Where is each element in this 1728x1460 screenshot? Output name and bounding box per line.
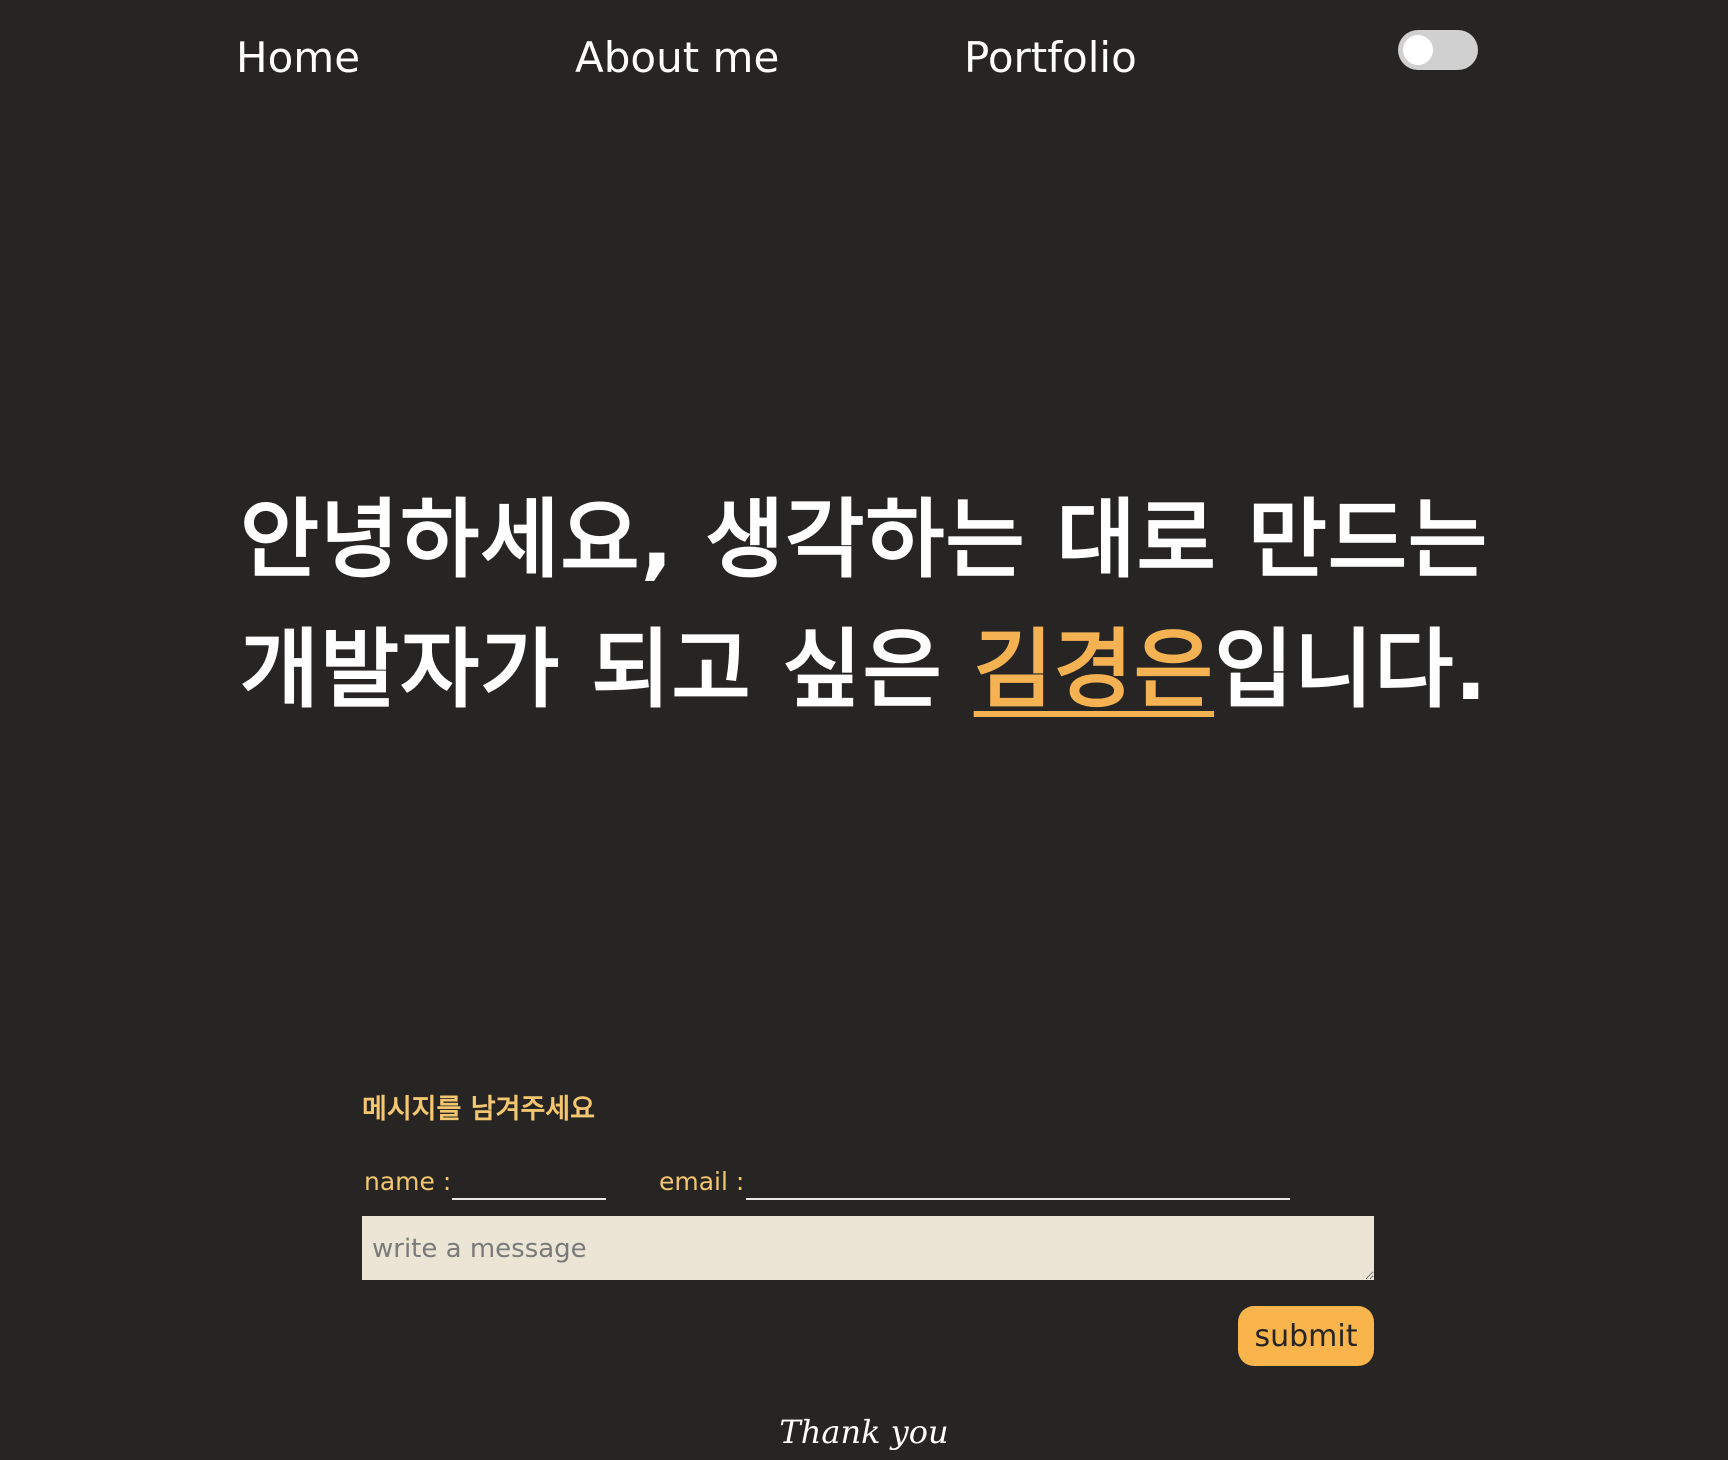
message-textarea[interactable] (362, 1216, 1374, 1280)
top-nav: Home About me Portfolio (0, 0, 1728, 120)
nav-link-home[interactable]: Home (236, 30, 360, 86)
theme-toggle[interactable] (1398, 30, 1478, 70)
name-input[interactable] (452, 1162, 606, 1200)
hero-highlighted-name: 김경은 (973, 620, 1215, 720)
email-label: email : (659, 1167, 745, 1196)
footer-thank-you: Thank you (779, 1413, 949, 1451)
toggle-knob (1403, 35, 1433, 65)
name-label: name : (364, 1167, 452, 1196)
submit-button[interactable]: submit (1238, 1306, 1374, 1366)
contact-form-title: 메시지를 남겨주세요 (362, 1094, 595, 1125)
hero-line-2: 개발자가 되고 싶은 김경은입니다. (0, 605, 1728, 735)
contact-form: 메시지를 남겨주세요 name : email : submit (362, 1090, 1374, 1366)
nav-link-portfolio[interactable]: Portfolio (964, 30, 1137, 86)
nav-link-about-me[interactable]: About me (575, 30, 779, 86)
hero-line-2-prefix: 개발자가 되고 싶은 (239, 620, 974, 720)
hero-section: 안녕하세요, 생각하는 대로 만드는 개발자가 되고 싶은 김경은입니다. (0, 475, 1728, 735)
contact-fields-row: name : email : (362, 1156, 1374, 1216)
hero-line-1: 안녕하세요, 생각하는 대로 만드는 (239, 490, 1489, 590)
hero-line-2-suffix: 입니다. (1214, 620, 1489, 720)
email-input[interactable] (746, 1162, 1290, 1200)
